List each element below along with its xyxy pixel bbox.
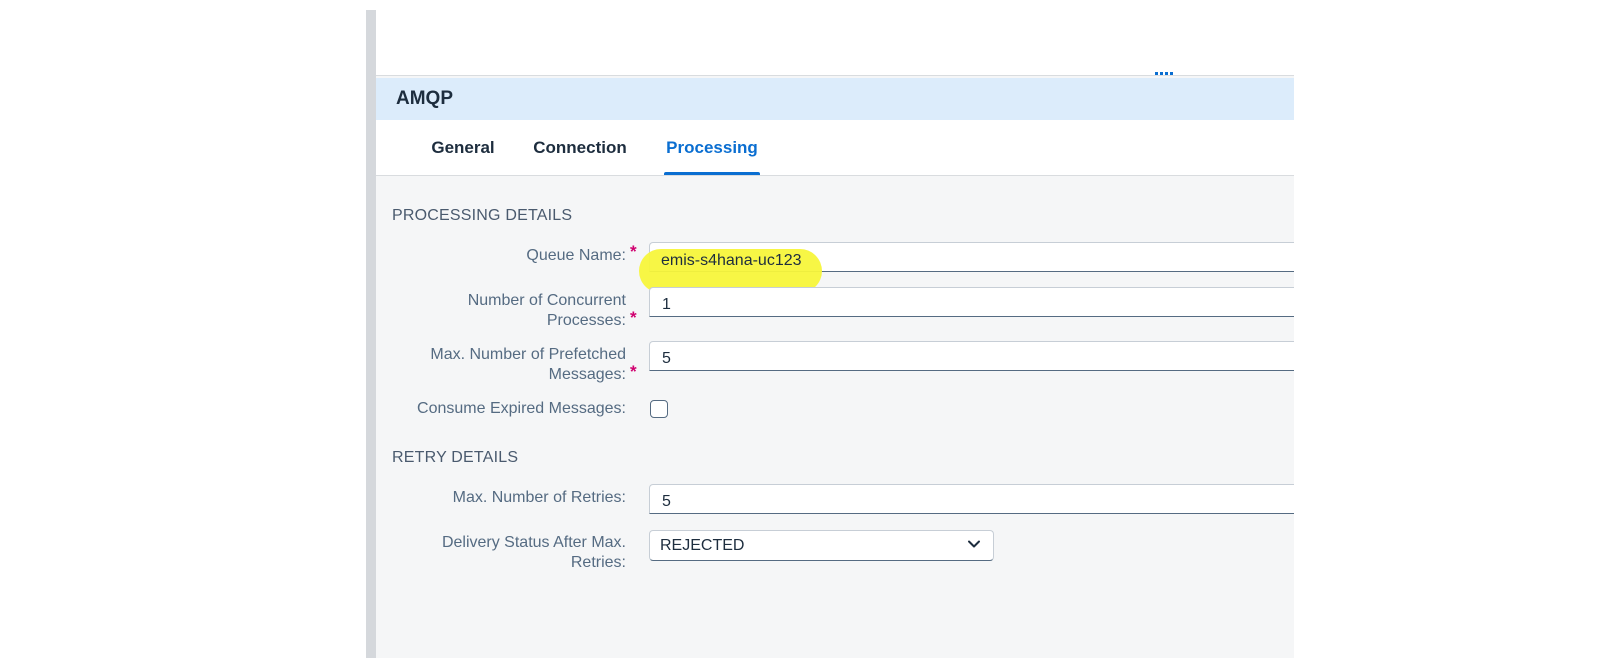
concurrent-processes-label-line1: Number of Concurrent [467,292,626,309]
tab-bar: General Connection Processing [376,120,1294,176]
required-marker: * [630,308,637,327]
delivery-status-value: REJECTED [660,537,745,554]
prefetched-messages-label-line1: Max. Number of Prefetched [430,346,626,363]
consume-expired-label: Consume Expired Messages: [417,400,626,417]
tab-processing[interactable]: Processing [664,120,760,175]
concurrent-processes-input[interactable]: 1 [649,287,1294,317]
tab-connection[interactable]: Connection [531,120,629,175]
required-marker: * [630,242,637,261]
retry-details-heading: RETRY DETAILS [392,449,519,466]
chevron-down-icon[interactable] [967,537,981,551]
required-marker: * [630,362,637,381]
delivery-status-select[interactable]: REJECTED [649,530,994,561]
left-edge-bar [366,10,376,658]
max-retries-input[interactable]: 5 [649,484,1294,514]
max-retries-label: Max. Number of Retries: [452,489,626,506]
processing-details-heading: PROCESSING DETAILS [392,207,573,224]
queue-name-value: emis-s4hana-uc123 [661,252,802,269]
dialog-header: AMQP [376,78,1294,120]
delivery-status-label-line2: Retries: [570,554,626,571]
amqp-dialog: AMQP General Connection Processing PROCE… [376,10,1294,658]
queue-name-label: Queue Name: [526,247,626,264]
prefetched-messages-input[interactable]: 5 [649,341,1294,371]
dialog-top-area [376,10,1294,76]
tab-general[interactable]: General [428,120,498,175]
dialog-title: AMQP [396,88,453,109]
concurrent-processes-label-line2: Processes: [546,312,626,329]
delivery-status-label-line1: Delivery Status After Max. [441,534,626,551]
prefetched-messages-label-line2: Messages: [548,366,626,383]
consume-expired-checkbox[interactable] [650,400,668,418]
